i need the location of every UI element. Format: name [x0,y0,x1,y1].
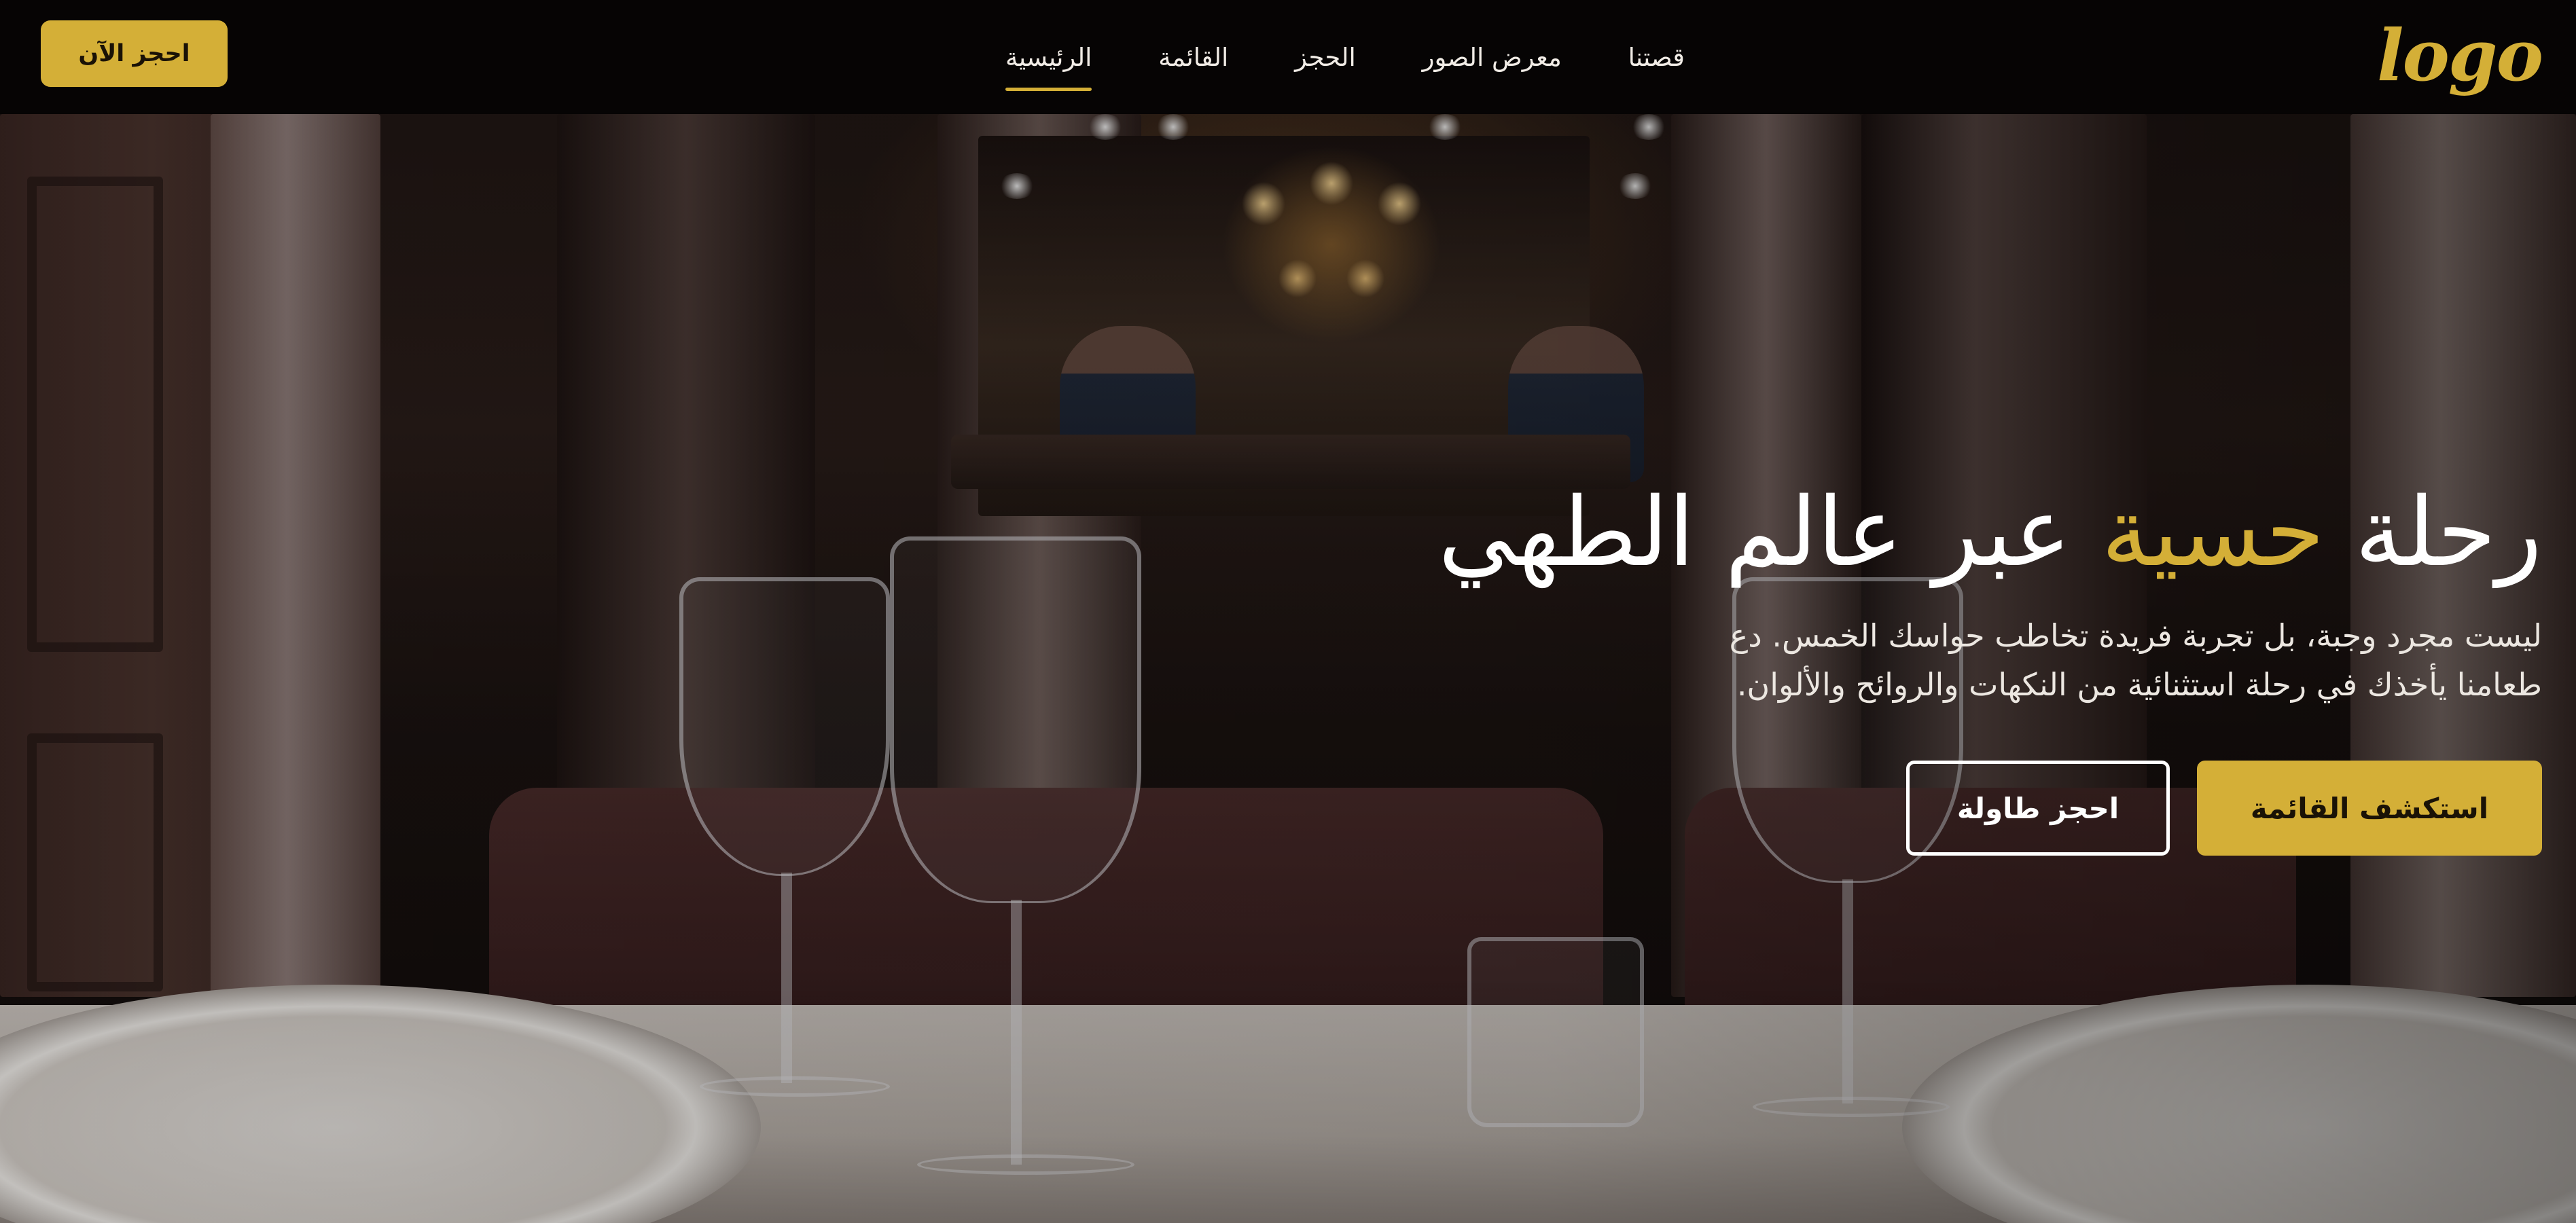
hero-headline: رحلة حسية عبر عالم الطهي [1438,469,2542,598]
hero-subtext: ليست مجرد وجبة، بل تجربة فريدة تخاطب حوا… [1729,617,2542,703]
nav-item-our-story[interactable]: قصتنا [1628,36,1685,79]
hero-buttons: استكشف القائمة احجز طاولة [1659,761,2542,856]
hero-content: رحلة حسية عبر عالم الطهي ليست مجرد وجبة،… [1438,469,2542,856]
headline-part-2: عبر عالم الطهي [1438,477,2102,588]
nav-item-menu[interactable]: القائمة [1158,36,1228,79]
nav-active-underline [1005,87,1092,91]
main-nav: الرئيسية القائمة الحجز معرض الصور قصتنا [1005,0,1685,114]
navbar: logo الرئيسية القائمة الحجز معرض الصور ق… [0,0,2576,114]
headline-highlight: حسية [2101,477,2325,588]
headline-part-1: رحلة [2324,477,2542,588]
nav-item-home[interactable]: الرئيسية [1005,36,1092,91]
nav-item-booking[interactable]: الحجز [1295,36,1356,79]
explore-menu-button[interactable]: استكشف القائمة [2197,761,2542,856]
nav-item-gallery[interactable]: معرض الصور [1423,36,1562,79]
book-now-button[interactable]: احجز الآن [41,20,228,87]
book-table-button[interactable]: احجز طاولة [1906,761,2170,856]
logo[interactable]: logo [2377,15,2543,96]
